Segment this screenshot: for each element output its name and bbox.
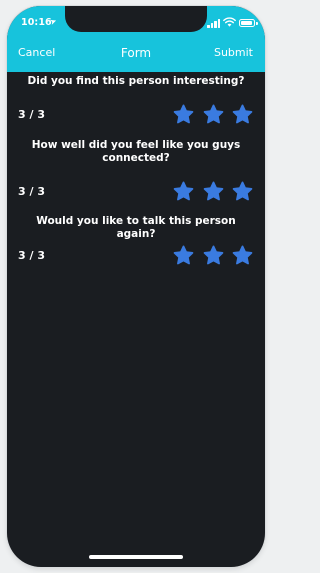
nav-bar: Cancel Form Submit	[7, 44, 265, 64]
question-2-rating[interactable]	[173, 181, 253, 201]
star-icon[interactable]	[203, 245, 224, 265]
wifi-icon	[223, 17, 236, 27]
device-notch	[65, 6, 207, 32]
home-indicator[interactable]	[89, 555, 183, 559]
question-3-rating[interactable]	[173, 245, 253, 265]
star-icon[interactable]	[203, 181, 224, 201]
question-1-rating[interactable]	[173, 104, 253, 124]
question-3-score: 3 / 3	[18, 249, 45, 262]
battery-icon	[239, 19, 258, 27]
star-icon[interactable]	[232, 245, 253, 265]
status-time: 10:16	[21, 17, 52, 28]
question-2-text: How well did you feel like you guys conn…	[31, 139, 241, 164]
submit-button[interactable]: Submit	[214, 46, 253, 59]
star-icon[interactable]	[232, 104, 253, 124]
star-icon[interactable]	[173, 245, 194, 265]
star-icon[interactable]	[203, 104, 224, 124]
question-1-score: 3 / 3	[18, 108, 45, 121]
phone-screen: 10:16 ➤ Cancel Form Submit Did you find …	[7, 6, 265, 567]
star-icon[interactable]	[173, 181, 194, 201]
star-icon[interactable]	[173, 104, 194, 124]
star-icon[interactable]	[232, 181, 253, 201]
question-3-text: Would you like to talk this person again…	[36, 215, 236, 240]
question-2-score: 3 / 3	[18, 185, 45, 198]
signal-icon	[207, 19, 221, 28]
question-1-text: Did you find this person interesting?	[27, 75, 245, 87]
